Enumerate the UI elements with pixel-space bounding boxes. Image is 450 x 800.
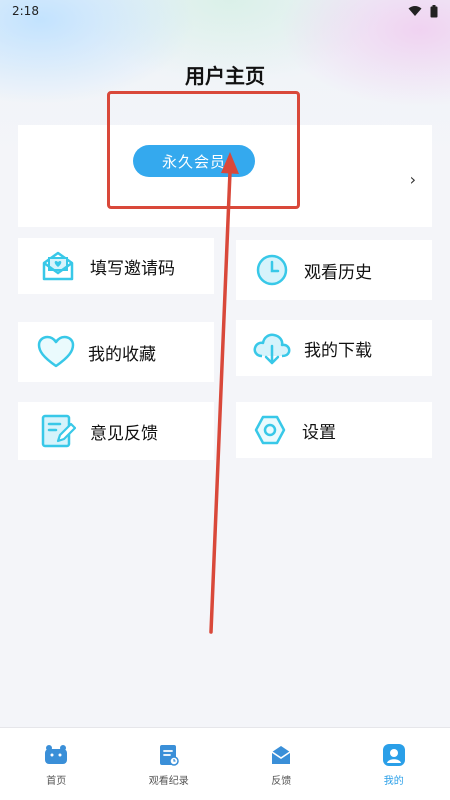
record-icon xyxy=(156,742,182,768)
tab-home[interactable]: 首页 xyxy=(11,742,101,787)
tab-profile[interactable]: 我的 xyxy=(349,742,439,787)
profile-icon xyxy=(381,742,407,768)
tab-feedback[interactable]: 反馈 xyxy=(236,742,326,787)
mail-icon xyxy=(268,742,294,768)
tab-records[interactable]: 观看纪录 xyxy=(124,742,214,787)
annotation-arrow xyxy=(209,152,239,634)
home-icon xyxy=(43,742,69,768)
bottom-tab-bar: 首页 观看纪录 反馈 我的 xyxy=(0,727,450,800)
